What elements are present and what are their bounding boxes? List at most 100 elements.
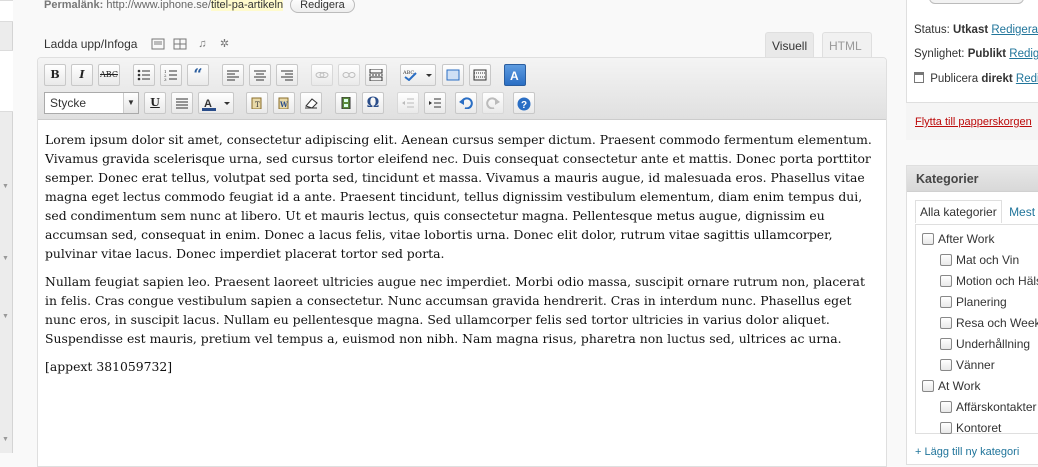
tab-html[interactable]: HTML [822, 32, 872, 58]
italic-button[interactable]: I [71, 64, 93, 86]
category-item[interactable]: Resa och Weekend [940, 316, 1038, 330]
preview-button[interactable] [929, 0, 1024, 4]
post-editor: B I ABC 123 “ ABC A Stycke ▼ U A T W Ω ? [37, 57, 887, 467]
upload-insert-label: Ladda upp/Infoga [44, 37, 138, 51]
chevron-icon[interactable]: ▼ [2, 255, 9, 262]
categories-title[interactable]: Kategorier [907, 166, 1038, 192]
checkbox[interactable] [940, 254, 952, 266]
category-item[interactable]: Affärskontakter [940, 400, 1036, 414]
permalink-edit-button[interactable]: Redigera [290, 0, 355, 13]
visibility-value: Publikt [967, 48, 1007, 60]
help-icon[interactable]: ? [513, 92, 535, 114]
paste-text-icon[interactable]: T [246, 92, 268, 114]
chevron-icon[interactable]: ▼ [2, 183, 9, 190]
permalink-row: Permalänk: http://www.iphone.se/titel-pa… [44, 0, 355, 13]
tab-visual[interactable]: Visuell [765, 32, 815, 58]
category-item[interactable]: After Work [922, 232, 994, 246]
sidebar: Status: Utkast Redigera Synlighet: Publi… [906, 0, 1038, 465]
category-label: Kontoret [956, 421, 1002, 435]
checkbox[interactable] [922, 380, 934, 392]
bold-button[interactable]: B [44, 64, 66, 86]
category-label: Planering [956, 295, 1007, 309]
app-store-icon[interactable]: A [504, 64, 526, 86]
add-media-icon[interactable]: ✲ [217, 38, 231, 50]
indent-icon[interactable] [424, 92, 446, 114]
permalink-slug[interactable]: titel-pa-artikeln [210, 0, 284, 11]
strikethrough-button[interactable]: ABC [98, 64, 120, 86]
fullscreen-button[interactable] [442, 64, 464, 86]
category-label: Resa och Weekend [956, 316, 1038, 330]
admin-menu-edge: ▼ ▼ ▼ ▼ [0, 0, 13, 453]
category-item[interactable]: Kontoret [940, 421, 1001, 435]
tab-all-categories[interactable]: Alla kategorier [915, 200, 1002, 223]
svg-text:A: A [510, 69, 519, 81]
checkbox[interactable] [940, 275, 952, 287]
category-item[interactable]: Vänner [940, 358, 995, 372]
justify-button[interactable] [171, 92, 193, 114]
numbered-list-button[interactable]: 123 [160, 64, 182, 86]
outdent-icon[interactable] [397, 92, 419, 114]
add-image-icon[interactable] [151, 38, 165, 50]
svg-text:?: ? [521, 100, 527, 111]
category-label: Motion och Hälsa [956, 274, 1038, 288]
category-item[interactable]: Mat och Vin [940, 253, 1019, 267]
menu-block[interactable] [0, 0, 13, 22]
category-item[interactable]: At Work [922, 379, 980, 393]
visibility-label: Synlighet: [914, 48, 965, 60]
special-char-button[interactable]: Ω [362, 92, 384, 114]
publish-label: Publicera [930, 73, 979, 85]
status-edit-link[interactable]: Redigera [991, 24, 1038, 36]
chevron-icon[interactable]: ▼ [2, 436, 9, 443]
add-audio-icon[interactable]: ♫ [195, 38, 209, 50]
category-label: Mat och Vin [956, 253, 1020, 267]
checkbox[interactable] [940, 338, 952, 350]
embed-media-icon[interactable] [335, 92, 357, 114]
category-label: Affärskontakter [956, 400, 1037, 414]
redo-icon[interactable] [482, 92, 504, 114]
checkbox[interactable] [940, 359, 952, 371]
permalink-url: http://www.iphone.se/ [106, 0, 211, 11]
checkbox[interactable] [940, 296, 952, 308]
add-category-link[interactable]: + Lägg till ny kategori [915, 446, 1019, 458]
upload-insert-bar: Ladda upp/Infoga ♫ ✲ [44, 37, 231, 51]
align-center-button[interactable] [249, 64, 271, 86]
more-tag-button[interactable] [365, 64, 387, 86]
eraser-icon[interactable] [300, 92, 322, 114]
paste-word-icon[interactable]: W [273, 92, 295, 114]
content-shortcode: [appext 381059732] [45, 359, 173, 374]
text-color-button[interactable]: A [198, 92, 234, 114]
chevron-icon[interactable]: ▼ [2, 313, 9, 320]
category-item[interactable]: Underhållning [940, 337, 1030, 351]
bullet-list-button[interactable] [133, 64, 155, 86]
undo-icon[interactable] [455, 92, 477, 114]
menu-block[interactable] [0, 50, 13, 112]
checkbox[interactable] [940, 317, 952, 329]
underline-button[interactable]: U [144, 92, 166, 114]
tab-most-used[interactable]: Mest använda [1005, 201, 1038, 223]
align-left-button[interactable] [222, 64, 244, 86]
editor-toolbar: B I ABC 123 “ ABC A Stycke ▼ U A T W Ω ? [38, 58, 886, 120]
spellcheck-button[interactable]: ABC [400, 64, 436, 86]
move-to-trash-link[interactable]: Flytta till papperskorgen [915, 116, 1032, 128]
add-video-icon[interactable] [173, 38, 187, 50]
content-paragraph: Lorem ipsum dolor sit amet, consectetur … [45, 132, 872, 261]
status-row: Status: Utkast Redigera [914, 24, 1038, 36]
kitchen-sink-button[interactable] [469, 64, 491, 86]
blockquote-button[interactable]: “ [187, 64, 209, 86]
category-label: Vänner [956, 358, 995, 372]
align-right-button[interactable] [276, 64, 298, 86]
unlink-icon[interactable] [338, 64, 360, 86]
visibility-edit-link[interactable]: Redigera [1009, 48, 1038, 60]
checkbox[interactable] [922, 233, 934, 245]
checkbox[interactable] [940, 401, 952, 413]
format-select[interactable]: Stycke ▼ [44, 92, 139, 114]
category-label: At Work [938, 379, 981, 393]
chevron-down-icon[interactable]: ▼ [123, 93, 138, 113]
link-icon[interactable] [311, 64, 333, 86]
checkbox[interactable] [940, 422, 952, 434]
publish-edit-link[interactable]: Redigera [1016, 73, 1038, 85]
category-item[interactable]: Planering [940, 295, 1007, 309]
category-item[interactable]: Motion och Hälsa [940, 274, 1038, 288]
visibility-row: Synlighet: Publikt Redigera [914, 48, 1038, 60]
editor-content[interactable]: Lorem ipsum dolor sit amet, consectetur … [38, 120, 886, 376]
